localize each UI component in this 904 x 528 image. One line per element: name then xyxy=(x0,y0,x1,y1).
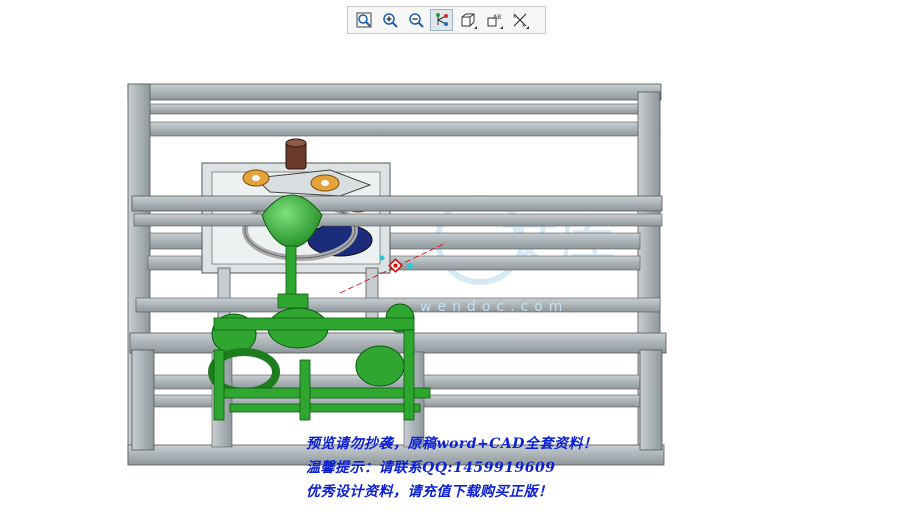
cad-model-render[interactable]: 文库 xyxy=(0,40,904,528)
zoom-out-icon xyxy=(408,13,424,28)
watermark-url: wendoc.com xyxy=(420,299,569,315)
svg-text:x: x xyxy=(513,14,516,20)
view-toolbar: AB x x xyxy=(347,6,546,34)
display-style-button[interactable] xyxy=(456,9,479,31)
zoom-in-button[interactable] xyxy=(378,9,401,31)
dropdown-corner-icon xyxy=(526,26,529,29)
annotation-label: AB xyxy=(493,14,501,21)
svg-text:x: x xyxy=(522,23,525,28)
datum-display-button[interactable]: x x xyxy=(508,9,531,31)
overlay-line-1: 预览请勿抄袭，原稿word+CAD全套资料！ xyxy=(306,436,598,452)
zoom-to-fit-button[interactable] xyxy=(352,9,375,31)
overlay-line-2: 温馨提示：请联系QQ:1459919609 xyxy=(306,460,556,476)
model-viewport[interactable]: 文库 xyxy=(0,40,904,528)
zoom-out-button[interactable] xyxy=(404,9,427,31)
model-tree-icon xyxy=(435,13,448,26)
dropdown-corner-icon xyxy=(500,26,503,29)
overlay-line-3: 优秀设计资料，请充值下载购买正版！ xyxy=(306,484,553,500)
zoom-fit-icon xyxy=(356,12,371,28)
dropdown-corner-icon xyxy=(474,26,477,29)
annotation-button[interactable]: AB xyxy=(482,9,505,31)
model-tree-button[interactable] xyxy=(430,9,453,31)
zoom-in-icon xyxy=(382,13,398,28)
